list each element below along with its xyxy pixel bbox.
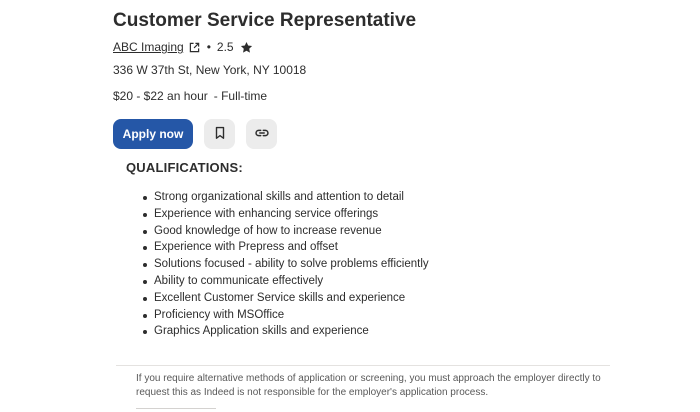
job-location: 336 W 37th St, New York, NY 10018	[113, 63, 307, 77]
qualifications-heading: QUALIFICATIONS:	[126, 160, 243, 175]
partial-element-bottom	[136, 408, 216, 412]
list-item: Solutions focused - ability to solve pro…	[143, 256, 429, 273]
apply-now-button[interactable]: Apply now	[113, 119, 193, 149]
separator-dot: •	[206, 40, 211, 54]
bookmark-icon	[213, 126, 227, 143]
list-item: Good knowledge of how to increase revenu…	[143, 223, 429, 240]
link-icon	[254, 126, 269, 143]
pay-range: $20 - $22 an hour	[113, 89, 208, 103]
application-disclaimer: If you require alternative methods of ap…	[136, 373, 601, 398]
company-name[interactable]: ABC Imaging	[113, 40, 184, 54]
save-job-button[interactable]	[204, 119, 235, 149]
copy-link-button[interactable]	[246, 119, 277, 149]
star-icon	[240, 41, 253, 54]
external-link-icon	[189, 42, 200, 53]
list-item: Ability to communicate effectively	[143, 273, 429, 290]
company-link[interactable]: ABC Imaging	[113, 40, 200, 54]
job-type: - Full-time	[213, 89, 268, 103]
qualifications-list: Strong organizational skills and attenti…	[143, 189, 429, 340]
action-bar: Apply now	[113, 119, 277, 149]
list-item: Experience with Prepress and offset	[143, 239, 429, 256]
company-rating: 2.5	[216, 40, 234, 54]
list-item: Excellent Customer Service skills and ex…	[143, 290, 429, 307]
job-detail-page: Customer Service Representative ABC Imag…	[0, 0, 700, 412]
list-item: Graphics Application skills and experien…	[143, 323, 429, 340]
company-row: ABC Imaging • 2.5	[113, 40, 253, 54]
list-item: Proficiency with MSOffice	[143, 307, 429, 324]
section-divider	[116, 365, 610, 366]
list-item: Experience with enhancing service offeri…	[143, 206, 429, 223]
salary-row: $20 - $22 an hour - Full-time	[113, 89, 267, 103]
list-item: Strong organizational skills and attenti…	[143, 189, 429, 206]
job-title: Customer Service Representative	[113, 10, 417, 31]
